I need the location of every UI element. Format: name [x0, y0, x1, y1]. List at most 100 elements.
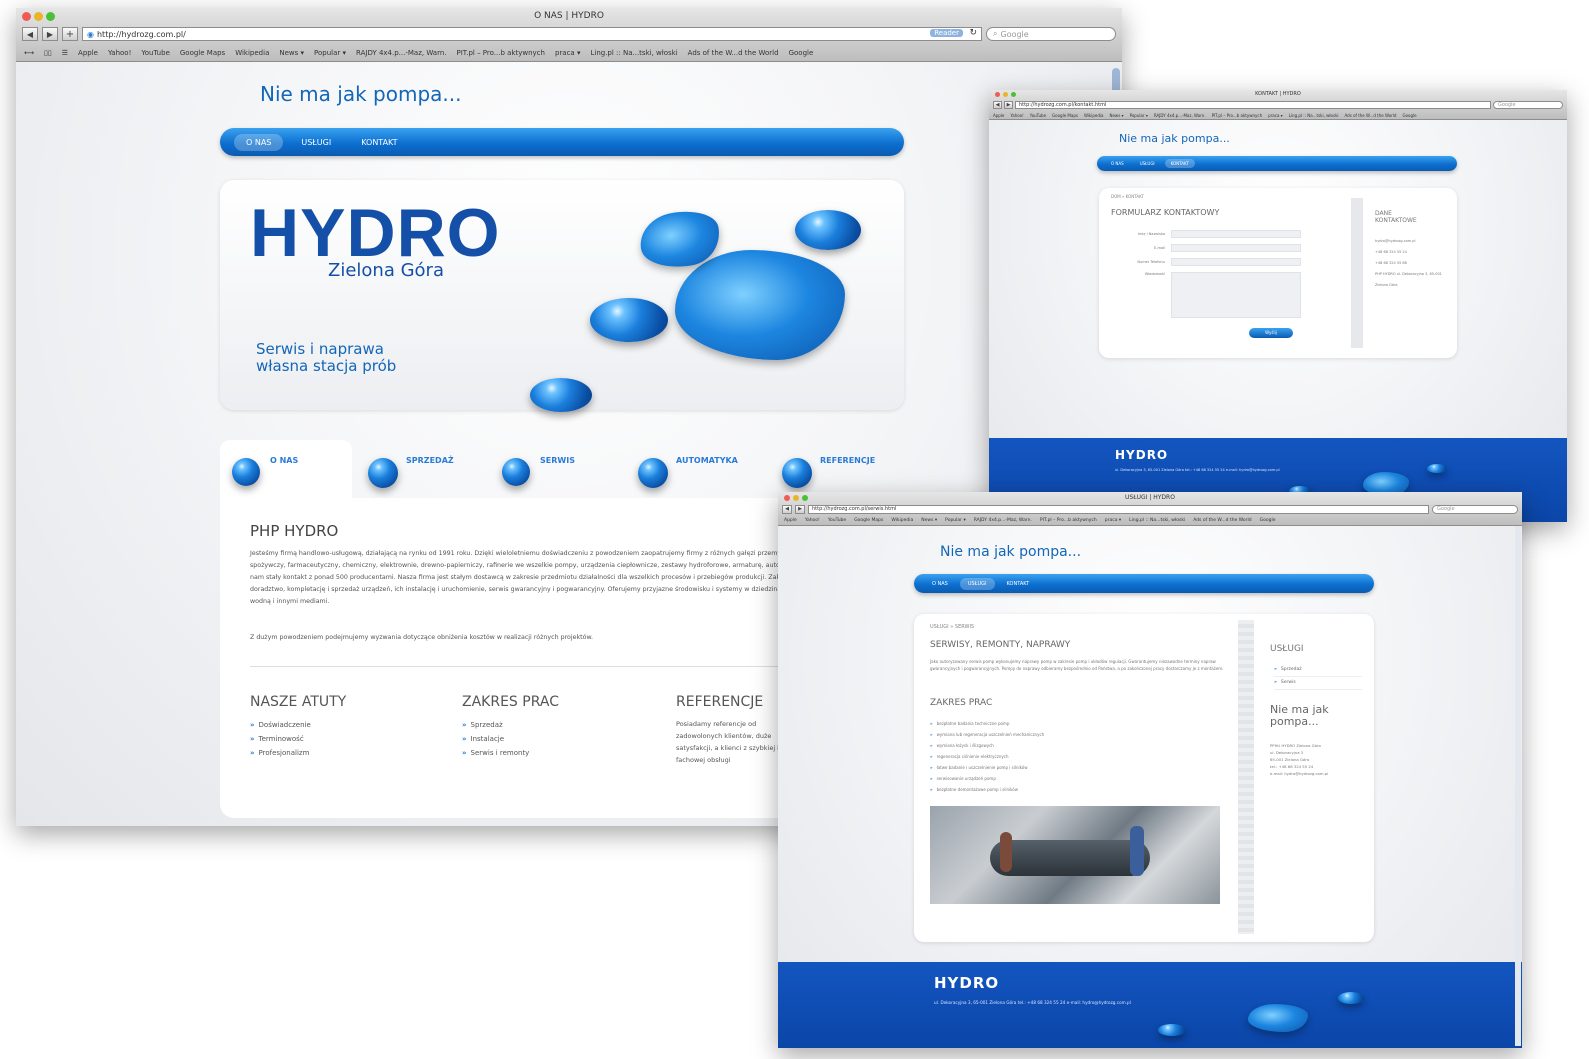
menu-item-uslugi[interactable]: USŁUGI: [959, 577, 995, 590]
menu-item-kontakt[interactable]: KONTAKT: [349, 134, 409, 151]
forward-button[interactable]: ▶: [1004, 100, 1013, 109]
back-button[interactable]: ◀: [782, 504, 792, 514]
bookmark-item[interactable]: PIT.pl – Pro...b aktywnych: [1212, 113, 1263, 118]
minimize-button[interactable]: [793, 495, 799, 501]
water-drop-graphic: [1427, 464, 1447, 473]
breadcrumb: USŁUGI » SERWIS: [930, 624, 975, 630]
search-field[interactable]: Google: [1432, 504, 1518, 514]
back-button[interactable]: ◀: [993, 100, 1002, 109]
tab-label: AUTOMATYKA: [676, 456, 738, 465]
bookmark-item[interactable]: News ▾: [921, 518, 937, 523]
bookmark-item[interactable]: Apple: [78, 49, 98, 57]
bookmark-item[interactable]: Google Maps: [854, 518, 883, 523]
bookmark-item[interactable]: Apple: [993, 113, 1004, 118]
menu-item-kontakt[interactable]: KONTAKT: [999, 578, 1038, 590]
bookmark-item[interactable]: News ▾: [1109, 113, 1123, 118]
contact-form: Imię i Nazwisko E-mail Numer Telefonu Wi…: [1111, 230, 1301, 318]
address-bar[interactable]: http://hydrozg.com.pl/kontakt.html: [1015, 100, 1491, 109]
tab-referencje[interactable]: REFERENCJE: [780, 440, 904, 498]
bookmark-item[interactable]: PIT.pl – Pro...b aktywnych: [457, 49, 545, 57]
services-heading: SERWISY, REMONTY, NAPRAWY: [930, 640, 1071, 650]
bookmark-item[interactable]: Ling.pl :: Na...tski, włoski: [1289, 113, 1339, 118]
reading-list-icon[interactable]: ⟷: [24, 49, 34, 57]
close-button[interactable]: [784, 495, 790, 501]
sidebar-item-sprzedaz[interactable]: Sprzedaż: [1274, 664, 1362, 677]
bookmark-item[interactable]: Ling.pl :: Na...tski, włoski: [1129, 518, 1185, 523]
send-button[interactable]: Wyślij: [1249, 328, 1293, 338]
menu-item-o-nas[interactable]: O NAS: [234, 133, 284, 151]
services-list: bezpłatne badania techniczne pomp wymian…: [930, 718, 1045, 795]
bookmark-item[interactable]: Wikipedia: [1084, 113, 1104, 118]
add-bookmark-button[interactable]: +: [62, 27, 78, 41]
bookmark-item[interactable]: RAJDY 4x4.p...-Maz, Warn.: [974, 518, 1032, 523]
bookmark-item[interactable]: Wikipedia: [235, 49, 269, 57]
tab-label: SERWIS: [540, 456, 575, 465]
menu-item-kontakt[interactable]: KONTAKT: [1164, 159, 1195, 168]
close-button[interactable]: [995, 92, 1000, 97]
bookmark-item[interactable]: Google Maps: [180, 49, 225, 57]
bookmark-item[interactable]: Yahoo!: [108, 49, 131, 57]
bookmark-item[interactable]: Google: [1402, 113, 1416, 118]
bookmark-item[interactable]: Wikipedia: [891, 518, 913, 523]
menu-item-o-nas[interactable]: O NAS: [924, 578, 956, 590]
grid-icon[interactable]: ☰: [62, 49, 68, 57]
tab-automatyka[interactable]: AUTOMATYKA: [636, 440, 766, 498]
bookmark-item[interactable]: News ▾: [279, 49, 304, 57]
book-icon[interactable]: ▯▯: [44, 49, 52, 57]
minimize-button[interactable]: [1003, 92, 1008, 97]
bookmark-item[interactable]: Popular ▾: [314, 49, 346, 57]
bookmark-item[interactable]: RAJDY 4x4.p...-Maz, Warn.: [1154, 113, 1206, 118]
address-bar[interactable]: http://hydrozg.com.pl/serwis.html: [808, 504, 1429, 514]
bookmark-item[interactable]: YouTube: [828, 518, 846, 523]
bookmark-item[interactable]: Apple: [784, 518, 797, 523]
tab-sprzedaz[interactable]: SPRZEDAŻ: [366, 440, 486, 498]
search-field[interactable]: Google: [1493, 100, 1563, 109]
search-field[interactable]: ⌕ Google: [986, 27, 1116, 41]
tab-o-nas[interactable]: O NAS: [220, 440, 352, 498]
message-textarea[interactable]: [1171, 272, 1301, 318]
phone-item: +48 68 324 55 24: [1375, 250, 1407, 254]
bookmark-item[interactable]: Google: [1260, 518, 1276, 523]
bookmark-item[interactable]: Ads of the W...d the World: [1345, 113, 1397, 118]
bookmark-item[interactable]: Google Maps: [1052, 113, 1078, 118]
reader-button[interactable]: Reader: [930, 29, 963, 37]
bookmark-item[interactable]: praca ▾: [555, 49, 581, 57]
zoom-button[interactable]: [1011, 92, 1016, 97]
zoom-button[interactable]: [46, 12, 55, 21]
menu-item-o-nas[interactable]: O NAS: [1105, 159, 1130, 168]
bookmark-item[interactable]: YouTube: [141, 49, 169, 57]
forward-button[interactable]: ▶: [42, 27, 58, 41]
reload-icon[interactable]: ↻: [969, 28, 977, 38]
bookmark-item[interactable]: Ads of the W...d the World: [688, 49, 779, 57]
close-button[interactable]: [22, 12, 31, 21]
bookmark-item[interactable]: Ads of the W...d the World: [1193, 518, 1251, 523]
bookmark-item[interactable]: Popular ▾: [945, 518, 966, 523]
forward-button[interactable]: ▶: [795, 504, 805, 514]
title-bar: USŁUGI | HYDRO: [778, 492, 1522, 503]
bookmark-item[interactable]: praca ▾: [1105, 518, 1121, 523]
scrollbar[interactable]: [1515, 526, 1521, 1046]
bookmark-item[interactable]: Google: [789, 49, 814, 57]
minimize-button[interactable]: [34, 12, 43, 21]
tab-serwis[interactable]: SERWIS: [502, 440, 612, 498]
bookmark-item[interactable]: PIT.pl – Pro...b aktywnych: [1040, 518, 1097, 523]
bookmark-item[interactable]: Popular ▾: [1130, 113, 1148, 118]
list-item: bezpłatne demontażowe pomp i silników: [930, 784, 1044, 795]
bookmark-item[interactable]: Ling.pl :: Na...tski, włoski: [590, 49, 677, 57]
phone-field[interactable]: [1171, 258, 1301, 266]
name-field[interactable]: [1171, 230, 1301, 238]
email-field[interactable]: [1171, 244, 1301, 252]
menu-item-uslugi[interactable]: USŁUGI: [1134, 159, 1161, 168]
bookmark-item[interactable]: RAJDY 4x4.p...-Maz, Warn.: [356, 49, 447, 57]
sidebar-item-serwis[interactable]: Serwis: [1274, 677, 1362, 690]
field-label: Imię i Nazwisko: [1137, 232, 1165, 236]
address-bar[interactable]: ◉ http://hydrozg.com.pl/ Reader ↻: [82, 27, 982, 41]
bookmark-item[interactable]: Yahoo!: [1010, 113, 1023, 118]
bookmark-item[interactable]: YouTube: [1030, 113, 1046, 118]
zoom-button[interactable]: [802, 495, 808, 501]
back-button[interactable]: ◀: [22, 27, 38, 41]
menu-item-uslugi[interactable]: USŁUGI: [289, 134, 343, 151]
bookmark-item[interactable]: praca ▾: [1268, 113, 1283, 118]
bookmark-item[interactable]: Yahoo!: [805, 518, 820, 523]
field-label: Wiadomość: [1144, 272, 1165, 276]
